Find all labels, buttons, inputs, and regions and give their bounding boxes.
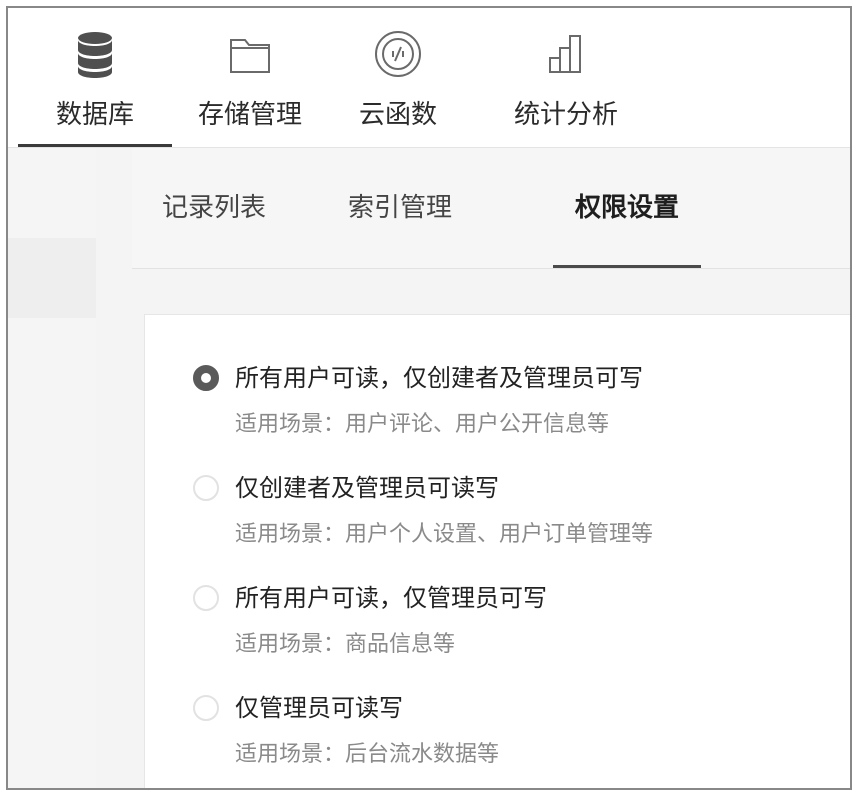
nav-item-database[interactable]: 数据库 <box>18 8 172 148</box>
nav-item-cloud-function[interactable]: 云函数 <box>338 8 458 148</box>
permission-option-label: 仅管理员可读写 <box>235 694 403 722</box>
permission-option-label: 所有用户可读，仅管理员可写 <box>235 584 547 612</box>
nav-label-analytics: 统计分析 <box>513 100 618 130</box>
left-sidebar-block <box>8 238 96 318</box>
nav-label-storage: 存储管理 <box>197 100 302 130</box>
nav-item-analytics[interactable]: 统计分析 <box>494 8 638 148</box>
permission-option-description: 适用场景：用户评论、用户公开信息等 <box>235 412 610 437</box>
permission-option-label: 仅创建者及管理员可读写 <box>235 474 499 502</box>
nav-item-storage[interactable]: 存储管理 <box>178 8 322 148</box>
permission-option-description: 适用场景：商品信息等 <box>235 632 456 657</box>
nav-label-cloud-function: 云函数 <box>358 100 437 130</box>
permission-option-label: 所有用户可读，仅创建者及管理员可写 <box>235 364 643 392</box>
radio-button[interactable] <box>193 585 219 611</box>
radio-button[interactable] <box>193 475 219 501</box>
radio-button-checked[interactable] <box>193 365 219 391</box>
top-nav: 数据库 存储管理 云函数 统计分析 <box>8 8 850 148</box>
radio-button[interactable] <box>193 695 219 721</box>
permission-panel: 所有用户可读，仅创建者及管理员可写 适用场景：用户评论、用户公开信息等 仅创建者… <box>144 314 850 788</box>
nav-label-database: 数据库 <box>55 100 134 130</box>
sub-tab-active-indicator <box>553 265 701 268</box>
database-icon <box>78 32 112 78</box>
function-icon <box>375 31 421 77</box>
bar-chart-icon <box>549 35 581 73</box>
tab-index-management[interactable]: 索引管理 <box>348 193 452 223</box>
tab-permission-settings[interactable]: 权限设置 <box>575 193 679 223</box>
tab-record-list[interactable]: 记录列表 <box>162 193 266 223</box>
permission-option-description: 适用场景：后台流水数据等 <box>235 742 500 767</box>
left-sidebar <box>8 148 96 788</box>
app-frame: 数据库 存储管理 云函数 统计分析 记录列表 索引管理 权限设置 所有用户可读，… <box>6 6 852 790</box>
main-content: 记录列表 索引管理 权限设置 所有用户可读，仅创建者及管理员可写 适用场景：用户… <box>96 148 850 788</box>
permission-option-description: 适用场景：用户个人设置、用户订单管理等 <box>235 522 654 547</box>
folder-icon <box>230 39 270 73</box>
sub-tabs: 记录列表 索引管理 权限设置 <box>132 148 850 269</box>
